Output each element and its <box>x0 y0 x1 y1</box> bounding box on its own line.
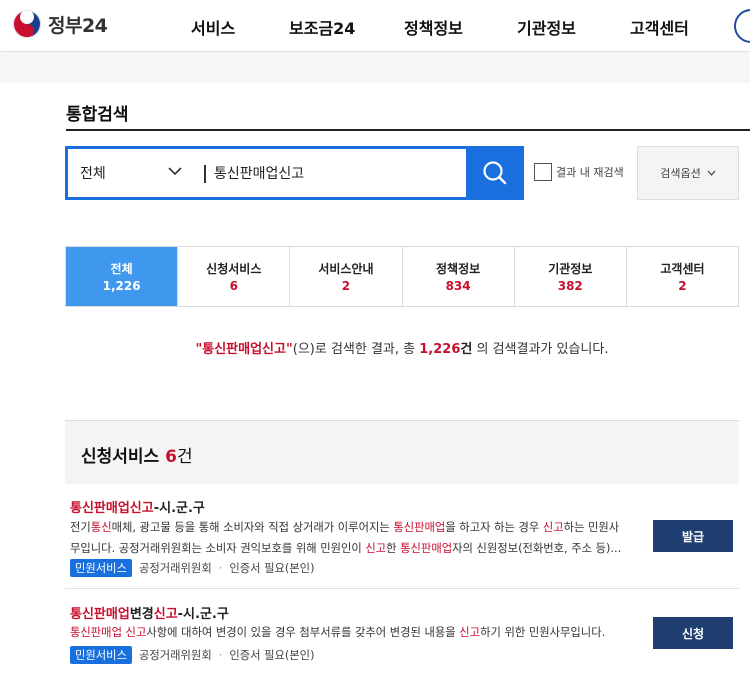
result-type-badge: 민원서비스 <box>70 559 132 577</box>
result-meta: 민원서비스 공정거래위원회 · 인증서 필요(본인) <box>70 646 315 664</box>
tab-count: 1,226 <box>102 279 141 293</box>
tab-label: 전체 <box>110 262 133 276</box>
search-input[interactable] <box>214 159 460 187</box>
keyword-highlight: 통신판매업 <box>70 607 130 622</box>
search-in-results-checkbox[interactable] <box>534 163 552 181</box>
nav-agency[interactable]: 기관정보 <box>517 15 576 39</box>
chevron-down-icon <box>168 167 182 176</box>
tab-label: 고객센터 <box>660 262 705 276</box>
meta-separator: · <box>218 648 223 662</box>
result-meta: 민원서비스 공정거래위원회 · 인증서 필요(본인) <box>70 559 315 577</box>
text-segment: 전기 <box>70 521 91 534</box>
result-description-line: 전기통신매체, 광고물 등을 통해 소비자와 직접 상거래가 이루어지는 통신판… <box>70 517 638 538</box>
summary-keyword: "통신판매업신고" <box>195 342 293 357</box>
text-segment: 하기 위한 민원사무입니다. <box>480 626 606 639</box>
summary-text-end: 의 검색결과가 있습니다. <box>472 342 609 357</box>
search-box: 전체 <box>65 146 524 200</box>
text-segment: 자의 신원정보(전화번호, 주소 등)... <box>452 542 622 555</box>
text-segment: 사항에 대하여 변경이 있을 경우 첨부서류를 갖추어 변경된 내용을 <box>146 626 460 639</box>
logo-text: 정부24 <box>48 14 108 37</box>
user-menu-button[interactable] <box>734 9 750 43</box>
apply-button[interactable]: 신청 <box>653 617 733 649</box>
result-title[interactable]: 통신판매업신고-시.군.구 <box>70 497 205 516</box>
tab-label: 신청서비스 <box>206 262 262 276</box>
issue-button[interactable]: 발급 <box>653 520 733 552</box>
tab-count: 6 <box>229 279 238 293</box>
summary-text: (으)로 검색한 결과, 총 <box>292 342 420 357</box>
search-icon <box>483 161 507 185</box>
tab-count: 382 <box>557 279 583 293</box>
category-tabs: 전체 1,226 신청서비스 6 서비스안내 2 정책정보 834 기관정보 3… <box>65 246 739 307</box>
section-title: 신청서비스 6건 <box>81 442 193 467</box>
search-scope-value: 전체 <box>80 166 106 182</box>
result-cert: 인증서 필요(본인) <box>229 562 315 575</box>
text-segment: 한 <box>386 542 401 555</box>
keyword-highlight: 통신 <box>90 521 112 534</box>
tab-label: 서비스안내 <box>318 262 374 276</box>
site-logo[interactable]: 정부24 <box>12 9 108 39</box>
tab-all[interactable]: 전체 1,226 <box>66 247 178 306</box>
search-options-button[interactable]: 검색옵션 <box>637 146 739 200</box>
text-segment: 하는 민원사 <box>563 521 620 534</box>
keyword-highlight: 신고 <box>459 626 481 639</box>
text-segment: -시.군.구 <box>153 501 205 516</box>
search-options-label: 검색옵션 <box>660 167 701 180</box>
result-org: 공정거래위원회 <box>138 649 212 662</box>
search-in-results-toggle[interactable]: 결과 내 재검색 <box>534 163 624 181</box>
result-title[interactable]: 통신판매업변경신고-시.군.구 <box>70 603 229 622</box>
tab-policy-info[interactable]: 정책정보 834 <box>401 247 514 306</box>
keyword-highlight: 통신판매업 <box>400 542 453 555</box>
chevron-down-icon <box>707 170 716 176</box>
tab-label: 기관정보 <box>548 262 593 276</box>
keyword-highlight: 신고 <box>153 607 178 622</box>
page-title: 통합검색 <box>66 105 129 125</box>
section-count-unit: 건 <box>176 447 193 467</box>
nav-subsidy[interactable]: 보조금24 <box>289 15 355 39</box>
tab-application-services[interactable]: 신청서비스 6 <box>177 247 290 306</box>
search-summary: "통신판매업신고"(으)로 검색한 결과, 총 1,226건 의 검색결과가 있… <box>65 338 739 357</box>
keyword-highlight: 통신판매업신고 <box>70 501 154 516</box>
text-segment: -시.군.구 <box>177 607 229 622</box>
result-description-line: 무입니다. 공정거래위원회는 소비자 권익보호를 위해 민원인이 신고한 통신판… <box>70 538 638 559</box>
title-divider <box>66 129 750 131</box>
search-divider <box>204 165 206 183</box>
keyword-highlight: 신고 <box>365 542 387 555</box>
keyword-highlight: 통신판매업 신고 <box>70 626 147 639</box>
summary-total: 1,226 <box>419 342 461 357</box>
nav-policy[interactable]: 정책정보 <box>404 15 463 39</box>
tab-count: 2 <box>678 279 687 293</box>
result-org: 공정거래위원회 <box>138 562 212 575</box>
text-segment: 무입니다. 공정거래위원회는 소비자 권익보호를 위해 민원인이 <box>70 542 366 555</box>
taegeuk-logo-icon <box>13 10 41 38</box>
text-segment: 매체, 광고물 등을 통해 소비자와 직접 상거래가 이루어지는 <box>111 521 394 534</box>
result-cert: 인증서 필요(본인) <box>229 649 315 662</box>
top-header: 정부24 서비스 보조금24 정책정보 기관정보 고객센터 <box>0 0 750 52</box>
result-divider <box>65 588 739 589</box>
tab-agency-info[interactable]: 기관정보 382 <box>513 247 626 306</box>
nav-services[interactable]: 서비스 <box>191 15 235 39</box>
tab-count: 2 <box>341 279 351 293</box>
section-header: 신청서비스 6건 <box>65 420 739 484</box>
keyword-highlight: 신고 <box>542 521 564 534</box>
keyword-highlight: 통신판매업 <box>393 521 446 534</box>
result-type-badge: 민원서비스 <box>70 646 132 664</box>
tab-customer-center[interactable]: 고객센터 2 <box>625 247 739 306</box>
text-segment: 변경 <box>129 607 154 622</box>
result-description-line: 통신판매업 신고사항에 대하여 변경이 있을 경우 첨부서류를 갖추어 변경된 … <box>70 622 638 643</box>
meta-separator: · <box>218 561 223 575</box>
search-button[interactable] <box>466 149 524 197</box>
text-segment: 을 하고자 하는 경우 <box>445 521 543 534</box>
tab-service-guide[interactable]: 서비스안내 2 <box>289 247 402 306</box>
nav-customer-center[interactable]: 고객센터 <box>630 15 689 39</box>
section-count: 6 <box>165 447 177 467</box>
tab-label: 정책정보 <box>436 262 481 276</box>
tab-count: 834 <box>445 279 471 293</box>
search-scope-select[interactable]: 전체 <box>68 149 202 197</box>
search-in-results-label: 결과 내 재검색 <box>556 166 624 179</box>
header-spacer-band <box>0 53 750 83</box>
summary-unit: 건 <box>460 342 473 357</box>
section-title-label: 신청서비스 <box>81 447 160 467</box>
